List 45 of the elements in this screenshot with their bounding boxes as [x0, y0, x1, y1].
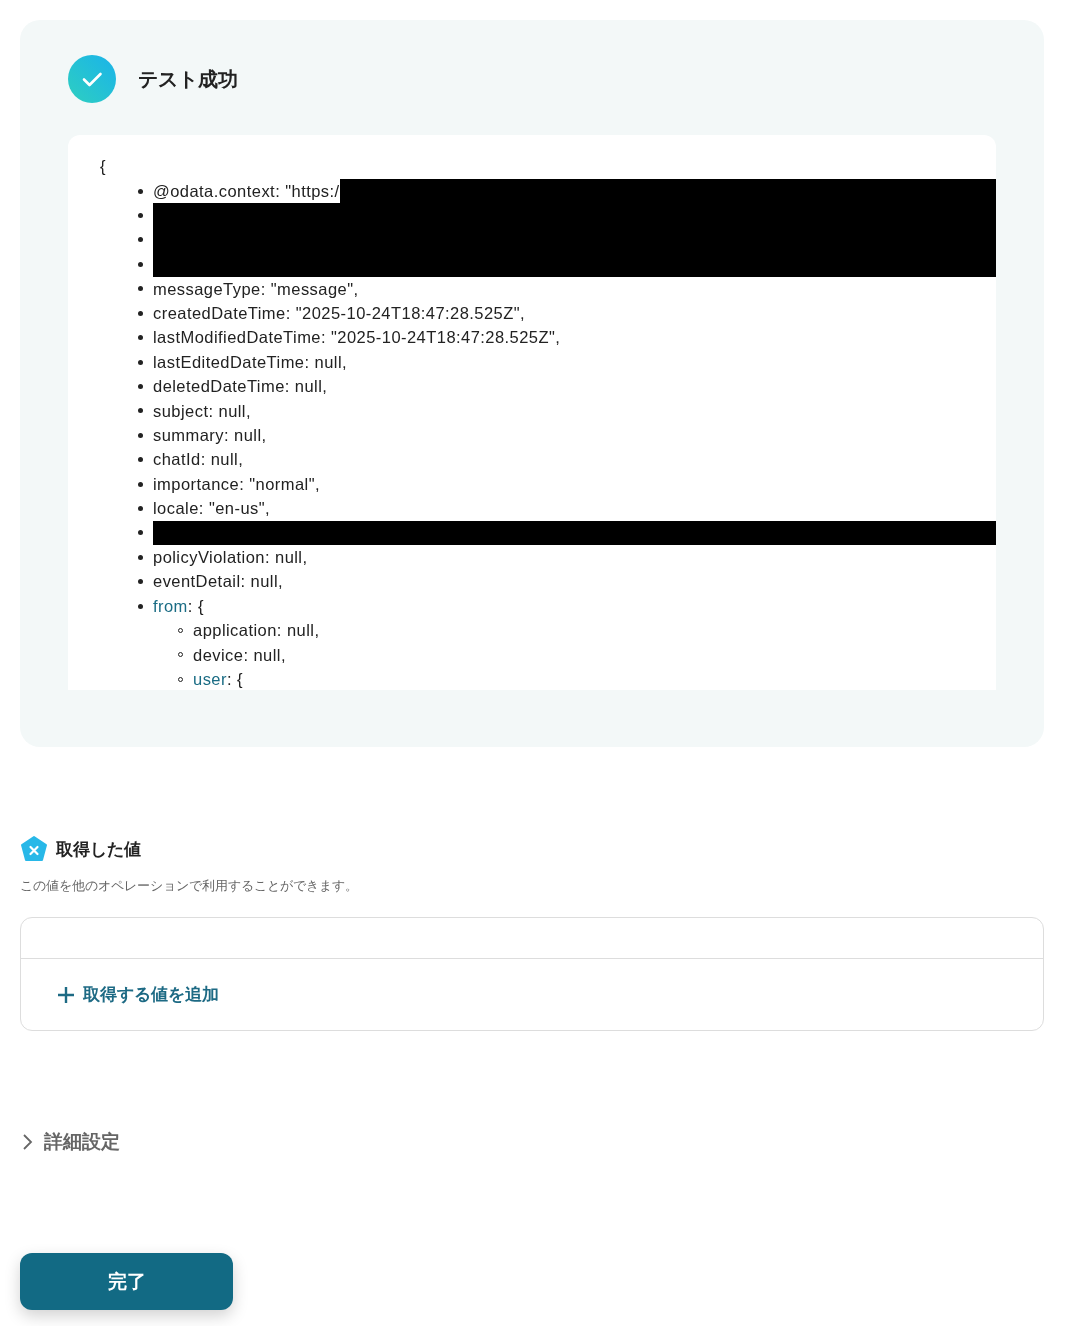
advanced-settings-toggle[interactable]: 詳細設定	[20, 1129, 120, 1155]
section-title: 取得した値	[56, 837, 141, 861]
plus-icon	[57, 985, 75, 1004]
json-line: importance: "normal",	[153, 473, 320, 495]
bullet-icon	[138, 481, 143, 487]
chevron-icon	[20, 1132, 34, 1152]
bullet-icon	[138, 237, 143, 243]
json-line: device: null,	[193, 644, 286, 666]
json-line: chatId: null,	[153, 449, 244, 471]
bullet-icon	[138, 335, 143, 341]
bullet-icon	[138, 432, 143, 438]
bullet-icon	[138, 359, 143, 365]
json-line: messageType: "message",	[153, 278, 359, 300]
json-line: @odata.context: "https:/	[153, 181, 340, 202]
bullet-icon	[138, 408, 143, 414]
json-line: {	[100, 157, 106, 175]
json-line: subject: null,	[153, 400, 252, 422]
section-description: この値を他のオペレーションで利用することができます。	[20, 877, 359, 895]
bullet-icon	[138, 383, 143, 389]
json-line: lastEditedDateTime: null,	[153, 351, 348, 373]
json-line: user: {	[193, 669, 243, 690]
bullet-icon	[138, 554, 143, 560]
bullet-icon	[138, 530, 143, 536]
bullet-icon	[138, 213, 143, 219]
bullet-icon	[138, 286, 143, 292]
result-title: テスト成功	[138, 65, 238, 93]
json-line: lastModifiedDateTime: "2025-10-24T18:47:28.525Z",	[153, 327, 561, 349]
bullet-icon	[138, 457, 143, 463]
json-line: locale: "en-us",	[153, 498, 271, 520]
json-line: summary: null,	[153, 425, 267, 446]
json-line: from: {	[153, 595, 204, 617]
json-line: eventDetail: null,	[153, 571, 284, 593]
variable-icon	[20, 835, 48, 863]
add-value-button[interactable]: 取得する値を追加	[57, 983, 219, 1006]
bullet-icon	[138, 188, 143, 194]
bullet-icon	[138, 261, 143, 267]
json-line: application: null,	[193, 620, 320, 642]
done-button[interactable]: 完了	[20, 1253, 233, 1310]
bullet-icon	[138, 310, 143, 316]
bullet-icon	[138, 579, 143, 585]
json-line: policyViolation: null,	[153, 547, 308, 569]
bullet-icon	[138, 603, 143, 609]
json-line: createdDateTime: "2025-10-24T18:47:28.525Z",	[153, 303, 526, 324]
json-line: deletedDateTime: null,	[153, 376, 328, 398]
bullet-icon	[138, 505, 143, 511]
